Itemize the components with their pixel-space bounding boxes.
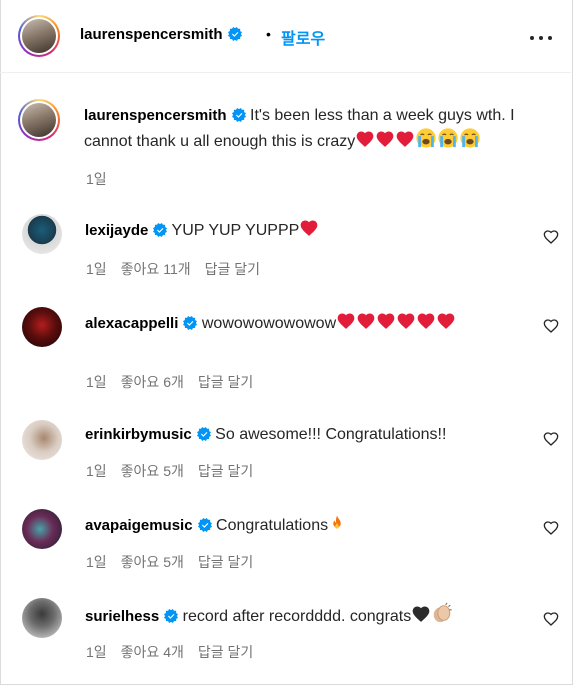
comment-meta: 1일 좋아요 4개 답글 달기 bbox=[86, 642, 267, 662]
commenter-avatar[interactable] bbox=[22, 214, 62, 254]
red-heart-emoji-icon bbox=[357, 313, 375, 329]
reply-button[interactable]: 답글 달기 bbox=[198, 463, 253, 479]
reply-button[interactable]: 답글 달기 bbox=[198, 554, 253, 570]
red-heart-emoji-icon bbox=[356, 131, 374, 147]
author-story-ring[interactable] bbox=[18, 15, 60, 57]
black-heart-emoji-icon bbox=[412, 606, 430, 622]
comment-text: YUP YUP YUPPP bbox=[171, 222, 300, 239]
verified-badge-icon bbox=[183, 316, 198, 330]
clapping-hands-emoji-icon bbox=[433, 602, 452, 623]
comment: avapaigemusic Congratulations bbox=[85, 513, 525, 537]
comment-text: So awesome!!! Congratulations!! bbox=[215, 426, 447, 443]
crying-face-emoji-icon bbox=[438, 128, 458, 148]
comment-meta: 1일 좋아요 5개 답글 달기 bbox=[86, 552, 267, 572]
red-heart-emoji-icon bbox=[396, 131, 414, 147]
more-options-icon[interactable] bbox=[530, 36, 552, 42]
caption-author-avatar bbox=[22, 103, 56, 137]
comment-likes-count[interactable]: 좋아요 11개 bbox=[121, 261, 191, 277]
comment-meta: 1일 좋아요 5개 답글 달기 bbox=[86, 461, 267, 481]
red-heart-emoji-icon bbox=[376, 131, 394, 147]
red-heart-emoji-icon bbox=[417, 313, 435, 329]
comment-timestamp[interactable]: 1일 bbox=[86, 463, 107, 479]
commenter-avatar[interactable] bbox=[22, 420, 62, 460]
author-username[interactable]: laurenspencersmith bbox=[80, 26, 242, 43]
red-heart-emoji-icon bbox=[397, 313, 415, 329]
red-heart-emoji-icon bbox=[300, 220, 318, 236]
comment-meta: 1일 좋아요 11개 답글 달기 bbox=[86, 259, 274, 279]
like-heart-icon[interactable] bbox=[543, 318, 559, 334]
comment: lexijayde YUP YUP YUPPP bbox=[85, 218, 525, 242]
like-heart-icon[interactable] bbox=[543, 520, 559, 536]
verified-badge-icon bbox=[231, 108, 246, 122]
post-comments-panel bbox=[0, 0, 573, 685]
comment-text: wowowowowowow bbox=[201, 315, 337, 332]
verified-badge-icon bbox=[227, 27, 242, 41]
reply-button[interactable]: 답글 달기 bbox=[198, 644, 253, 660]
commenter-avatar[interactable] bbox=[22, 598, 62, 638]
red-heart-emoji-icon bbox=[377, 313, 395, 329]
comment-timestamp[interactable]: 1일 bbox=[86, 554, 107, 570]
comment-text: Congratulations bbox=[216, 517, 329, 534]
like-heart-icon[interactable] bbox=[543, 431, 559, 447]
commenter-username[interactable]: surielhess bbox=[85, 608, 159, 625]
separator-dot: • bbox=[266, 26, 271, 42]
fire-emoji-icon bbox=[333, 515, 341, 529]
comment: surielhess record after recordddd. congr… bbox=[85, 602, 525, 628]
author-avatar bbox=[22, 19, 56, 53]
verified-badge-icon bbox=[196, 427, 211, 441]
comment-meta: 1일 좋아요 6개 답글 달기 bbox=[86, 372, 267, 392]
comment-timestamp[interactable]: 1일 bbox=[86, 644, 107, 660]
comment: erinkirbymusic So awesome!!! Congratulat… bbox=[85, 424, 525, 446]
comment-likes-count[interactable]: 좋아요 6개 bbox=[121, 374, 184, 390]
like-heart-icon[interactable] bbox=[543, 229, 559, 245]
commenter-avatar[interactable] bbox=[22, 509, 62, 549]
crying-face-emoji-icon bbox=[460, 128, 480, 148]
comment: alexacappelli wowowowowowow bbox=[85, 311, 525, 335]
commenter-username[interactable]: alexacappelli bbox=[85, 315, 178, 332]
red-heart-emoji-icon bbox=[337, 313, 355, 329]
commenter-username[interactable]: lexijayde bbox=[85, 222, 148, 239]
verified-badge-icon bbox=[164, 609, 179, 623]
crying-face-emoji-icon bbox=[416, 128, 436, 148]
caption-text: laurenspencersmith It's been less than a… bbox=[84, 105, 544, 153]
caption-timestamp[interactable]: 1일 bbox=[86, 169, 107, 189]
verified-badge-icon bbox=[153, 223, 168, 237]
reply-button[interactable]: 답글 달기 bbox=[198, 374, 253, 390]
follow-button[interactable]: 팔로우 bbox=[281, 25, 325, 49]
reply-button[interactable]: 답글 달기 bbox=[205, 261, 260, 277]
like-heart-icon[interactable] bbox=[543, 611, 559, 627]
comment-likes-count[interactable]: 좋아요 4개 bbox=[121, 644, 184, 660]
commenter-username[interactable]: erinkirbymusic bbox=[85, 426, 192, 443]
comment-likes-count[interactable]: 좋아요 5개 bbox=[121, 554, 184, 570]
post-header: laurenspencersmith • 팔로우 bbox=[0, 0, 571, 73]
commenter-username[interactable]: avapaigemusic bbox=[85, 517, 193, 534]
caption-author-story-ring[interactable] bbox=[18, 99, 60, 141]
caption-author-username[interactable]: laurenspencersmith bbox=[84, 107, 227, 124]
commenter-avatar[interactable] bbox=[22, 307, 62, 347]
comment-timestamp[interactable]: 1일 bbox=[86, 261, 107, 277]
comment-timestamp[interactable]: 1일 bbox=[86, 374, 107, 390]
red-heart-emoji-icon bbox=[437, 313, 455, 329]
comment-likes-count[interactable]: 좋아요 5개 bbox=[121, 463, 184, 479]
verified-badge-icon bbox=[197, 518, 212, 532]
comment-text: record after recordddd. congrats bbox=[182, 608, 412, 625]
